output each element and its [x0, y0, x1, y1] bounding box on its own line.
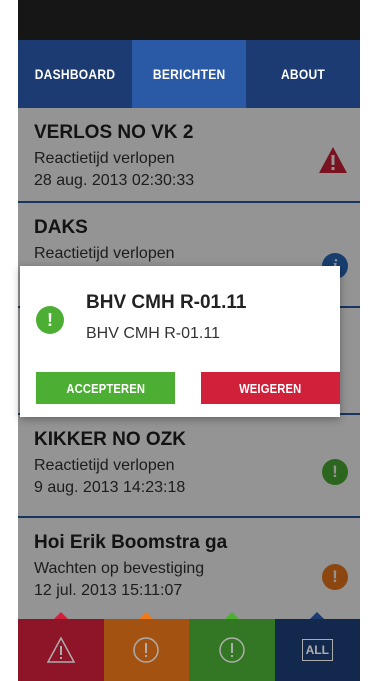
- accept-button-label: ACCEPTEREN: [66, 380, 145, 396]
- tab-berichten[interactable]: BERICHTEN: [132, 40, 246, 117]
- tab-about-label: ABOUT: [280, 66, 326, 82]
- dialog-subtitle: BHV CMH R-01.11: [86, 325, 220, 342]
- decline-button-label: WEIGEREN: [239, 380, 302, 396]
- exclamation-icon: !: [36, 306, 64, 334]
- tab-bar: DASHBOARD BERICHTEN ABOUT: [18, 40, 360, 117]
- status-bar: [18, 0, 360, 40]
- tab-dashboard-label: DASHBOARD: [34, 66, 116, 82]
- dialog-title: BHV CMH R-01.11: [86, 292, 247, 313]
- filter-bar-dimmer: [18, 619, 360, 681]
- accept-button[interactable]: ACCEPTEREN: [36, 372, 175, 404]
- tab-dashboard[interactable]: DASHBOARD: [26, 40, 124, 108]
- notification-dialog: ! BHV CMH R-01.11 BHV CMH R-01.11 ACCEPT…: [20, 266, 340, 417]
- tab-about[interactable]: ABOUT: [254, 40, 352, 108]
- tab-berichten-label: BERICHTEN: [152, 66, 226, 82]
- decline-button[interactable]: WEIGEREN: [201, 372, 340, 404]
